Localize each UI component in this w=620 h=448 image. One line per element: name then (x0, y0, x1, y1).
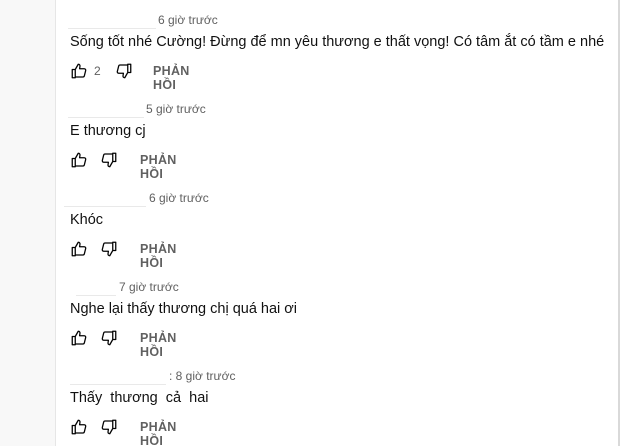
author-name[interactable] (76, 279, 116, 296)
comment-item: 5 giờ trước E thương cj PHẢN HỒI (0, 89, 620, 181)
author-name[interactable] (68, 12, 156, 29)
comment-item: 7 giờ trước Nghe lại thấy thương chị quá… (0, 267, 620, 359)
comment-text: Nghe lại thấy thương chị quá hai ơi (70, 301, 298, 317)
thumbs-down-icon[interactable] (100, 418, 118, 436)
comment-timestamp[interactable]: 7 giờ trước (119, 280, 179, 294)
thumbs-up-icon[interactable] (70, 62, 88, 80)
reply-button[interactable]: PHẢN HỒI (140, 153, 177, 181)
comment-timestamp[interactable]: 6 giờ trước (158, 13, 218, 27)
author-name[interactable] (64, 190, 146, 207)
reply-button[interactable]: PHẢN HỒI (140, 331, 177, 359)
comment-text: Sống tốt nhé Cường! Đừng để mn yêu thươn… (70, 34, 605, 50)
comment-timestamp[interactable]: : 8 giờ trước (169, 369, 235, 383)
thumbs-down-icon[interactable] (100, 329, 118, 347)
author-name[interactable] (68, 101, 144, 118)
comment-text: Thấy thương cả hai (70, 390, 209, 406)
thumbs-down-icon[interactable] (115, 62, 133, 80)
comment-text: E thương cj (70, 123, 146, 139)
comment-timestamp[interactable]: 5 giờ trước (146, 102, 206, 116)
comment-timestamp[interactable]: 6 giờ trước (149, 191, 209, 205)
comment-item: 6 giờ trước Khóc PHẢN HỒI (0, 178, 620, 270)
comment-item: 6 giờ trước Sống tốt nhé Cường! Đừng để … (0, 0, 620, 92)
comment-item: : 8 giờ trước Thấy thương cả hai PHẢN HỒ… (0, 356, 620, 448)
thumbs-down-icon[interactable] (100, 240, 118, 258)
author-name[interactable] (70, 368, 166, 385)
reply-button[interactable]: PHẢN HỒI (140, 242, 177, 270)
like-count: 2 (94, 64, 101, 78)
thumbs-down-icon[interactable] (100, 151, 118, 169)
thumbs-up-icon[interactable] (70, 151, 88, 169)
reply-button[interactable]: PHẢN HỒI (153, 64, 190, 92)
comment-text: Khóc (70, 212, 104, 228)
thumbs-up-icon[interactable] (70, 418, 88, 436)
thumbs-up-icon[interactable] (70, 329, 88, 347)
thumbs-up-icon[interactable] (70, 240, 88, 258)
reply-button[interactable]: PHẢN HỒI (140, 420, 177, 448)
